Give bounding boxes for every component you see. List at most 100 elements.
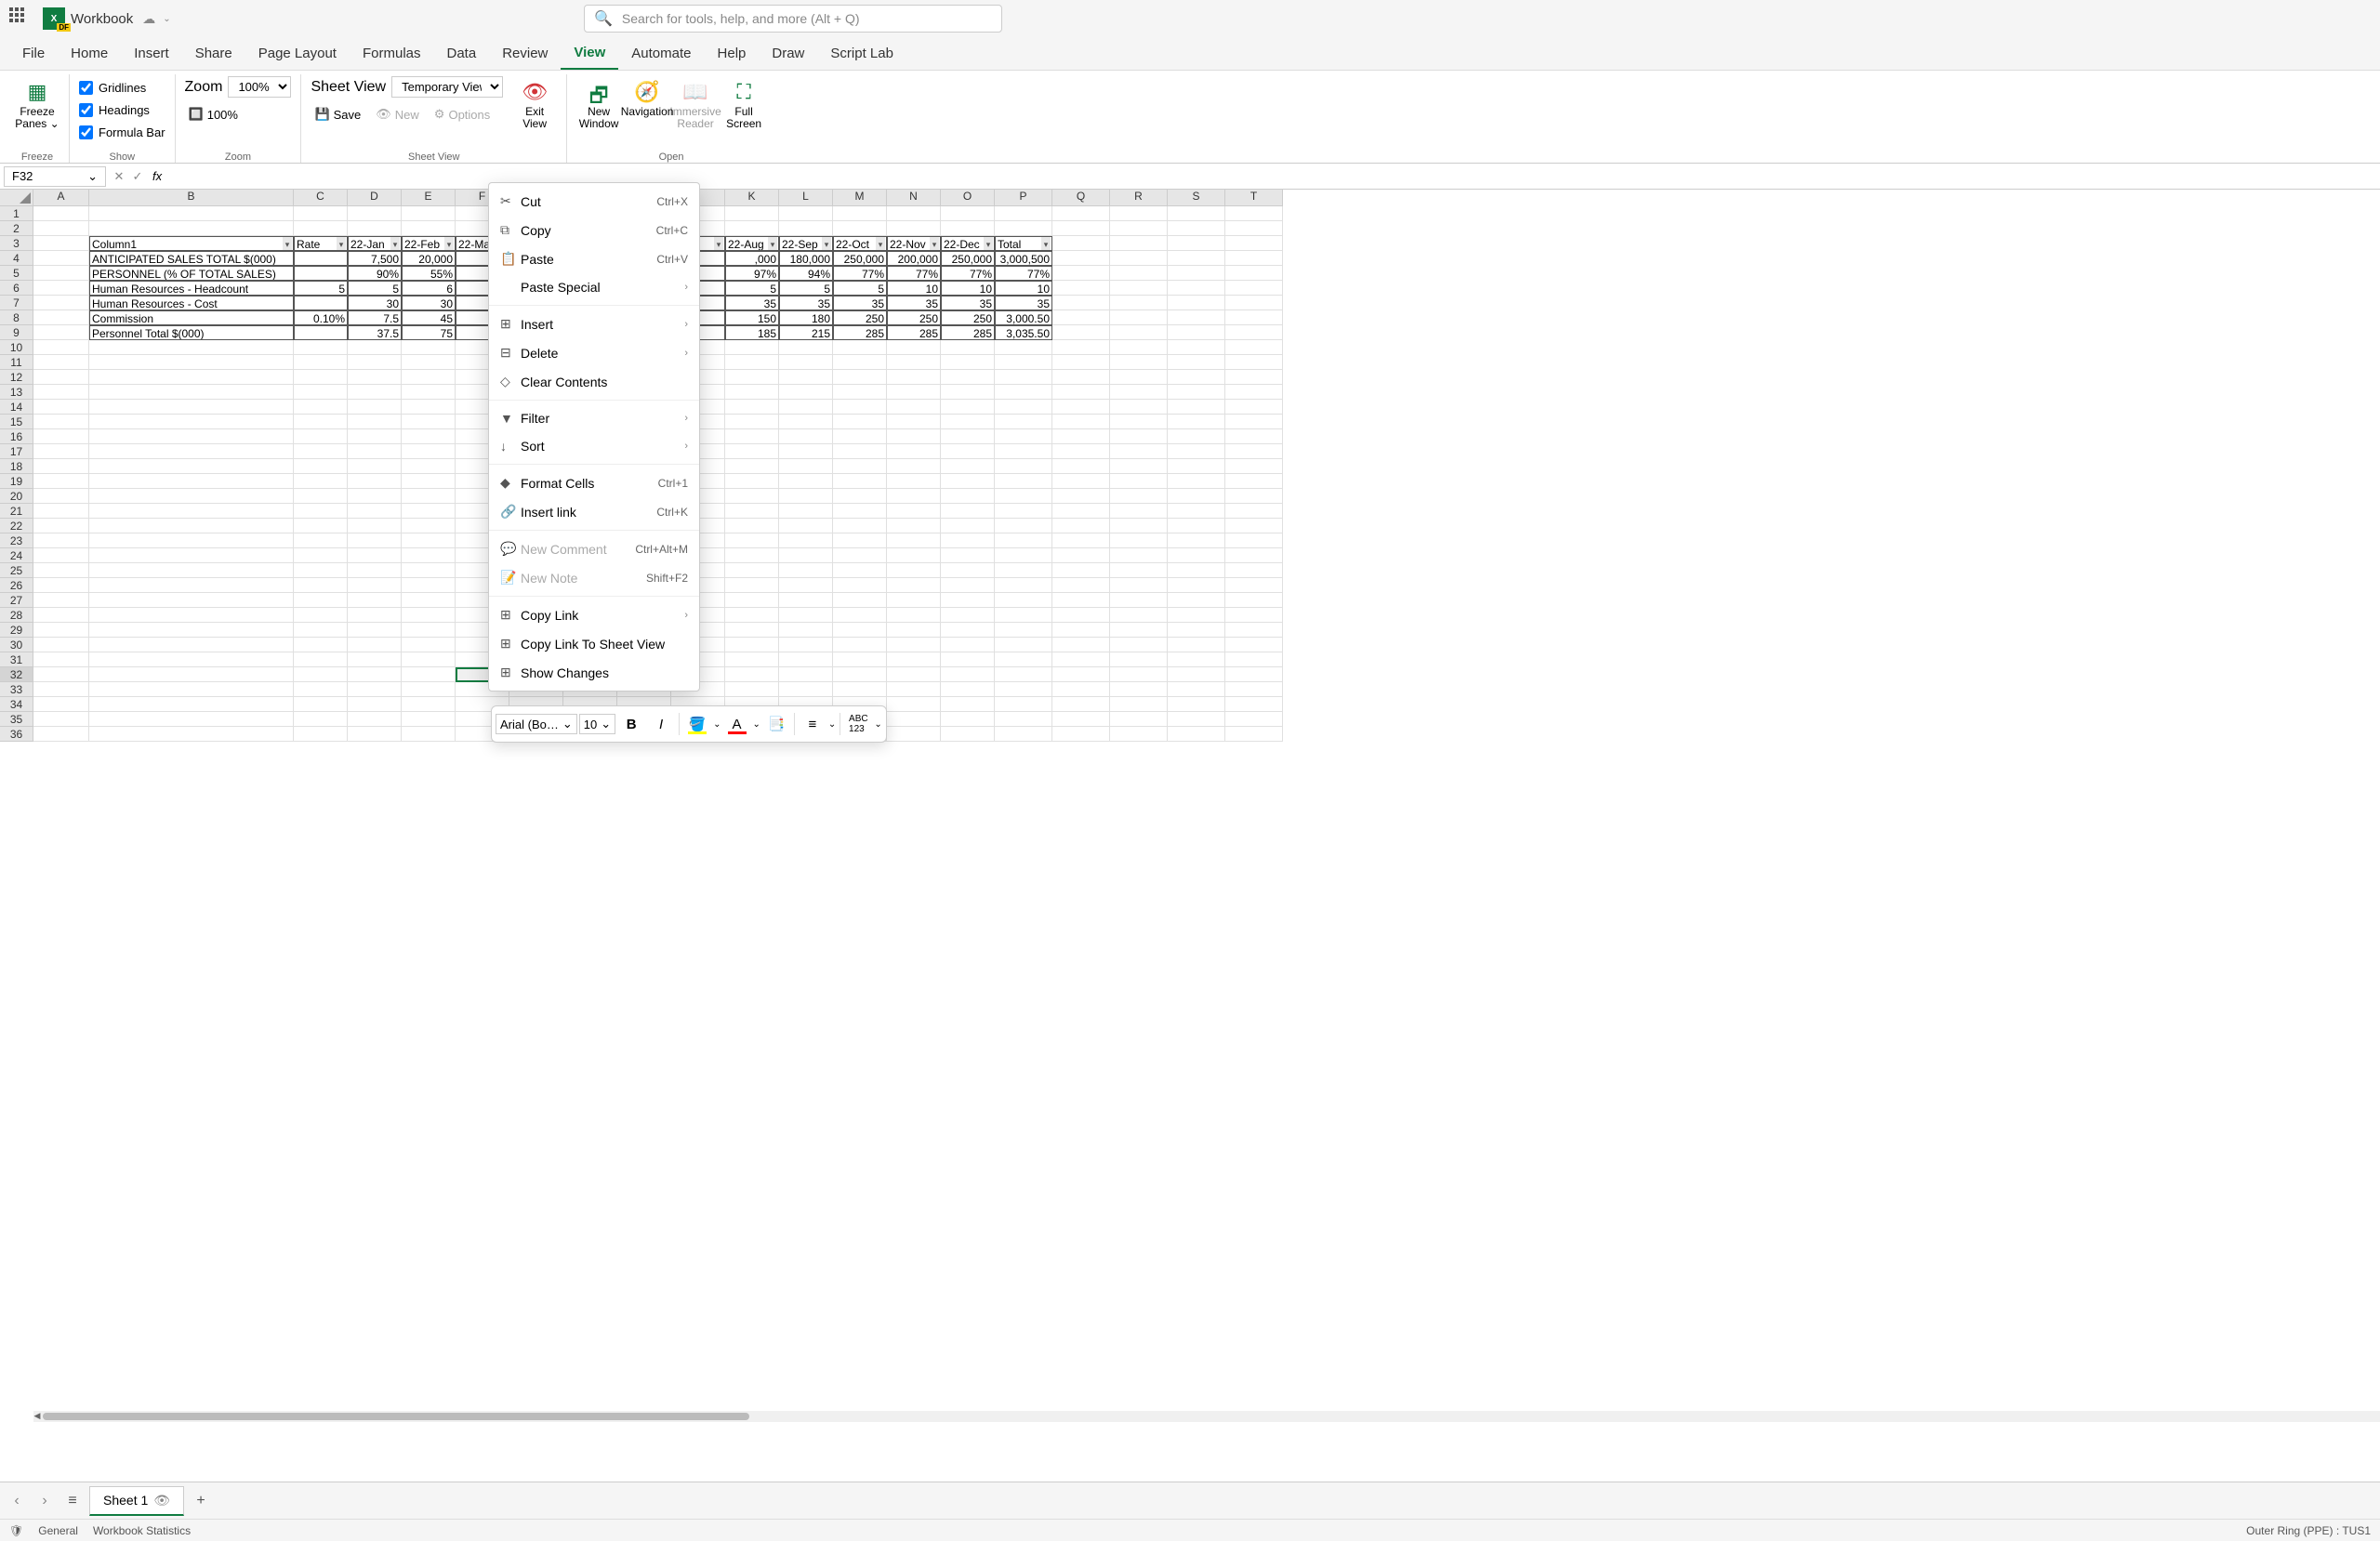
cell[interactable] bbox=[1110, 444, 1168, 459]
cell[interactable] bbox=[348, 474, 402, 489]
cell[interactable] bbox=[941, 548, 995, 563]
cell[interactable]: 90% bbox=[348, 266, 402, 281]
cell[interactable] bbox=[33, 221, 89, 236]
cell[interactable] bbox=[725, 415, 779, 429]
row-header[interactable]: 35 bbox=[0, 712, 33, 727]
cell[interactable] bbox=[725, 623, 779, 638]
cell[interactable] bbox=[402, 697, 456, 712]
cell[interactable]: 285 bbox=[833, 325, 887, 340]
cell[interactable] bbox=[833, 474, 887, 489]
cell[interactable] bbox=[1052, 697, 1110, 712]
cell[interactable] bbox=[887, 638, 941, 652]
cell[interactable] bbox=[941, 459, 995, 474]
cell[interactable] bbox=[1168, 712, 1225, 727]
font-select[interactable]: Arial (Bo…⌄ bbox=[496, 714, 577, 734]
cell[interactable]: 285 bbox=[887, 325, 941, 340]
cell[interactable] bbox=[1052, 444, 1110, 459]
cell[interactable] bbox=[1168, 429, 1225, 444]
cell[interactable] bbox=[941, 504, 995, 519]
cell[interactable] bbox=[833, 593, 887, 608]
cell[interactable] bbox=[887, 727, 941, 742]
cell[interactable]: 250,000 bbox=[941, 251, 995, 266]
row-header[interactable]: 21 bbox=[0, 504, 33, 519]
row-header[interactable]: 27 bbox=[0, 593, 33, 608]
cell[interactable] bbox=[1225, 385, 1283, 400]
cell[interactable] bbox=[294, 697, 348, 712]
cell[interactable] bbox=[995, 533, 1052, 548]
cell[interactable] bbox=[402, 519, 456, 533]
cell[interactable] bbox=[1052, 652, 1110, 667]
cell[interactable] bbox=[294, 221, 348, 236]
cell[interactable] bbox=[1225, 296, 1283, 310]
cell[interactable] bbox=[887, 489, 941, 504]
row-header[interactable]: 13 bbox=[0, 385, 33, 400]
sheet-nav-next-icon[interactable]: › bbox=[33, 1493, 56, 1509]
cell[interactable] bbox=[941, 221, 995, 236]
cell[interactable] bbox=[1225, 623, 1283, 638]
cell[interactable] bbox=[33, 593, 89, 608]
cell[interactable] bbox=[1168, 667, 1225, 682]
cell[interactable]: 5 bbox=[833, 281, 887, 296]
cell[interactable] bbox=[995, 608, 1052, 623]
cell[interactable] bbox=[1168, 415, 1225, 429]
cell[interactable] bbox=[33, 519, 89, 533]
cell[interactable] bbox=[995, 415, 1052, 429]
cell[interactable] bbox=[941, 652, 995, 667]
highlight-button[interactable]: 📑 bbox=[762, 710, 790, 738]
cell[interactable] bbox=[1052, 310, 1110, 325]
cell[interactable] bbox=[887, 370, 941, 385]
cell[interactable] bbox=[779, 474, 833, 489]
cell[interactable] bbox=[89, 474, 294, 489]
cell[interactable]: 55% bbox=[402, 266, 456, 281]
cell[interactable] bbox=[1052, 548, 1110, 563]
cell[interactable] bbox=[1110, 266, 1168, 281]
cell[interactable] bbox=[1225, 236, 1283, 251]
cell[interactable] bbox=[402, 355, 456, 370]
cell[interactable] bbox=[89, 400, 294, 415]
cell[interactable] bbox=[887, 355, 941, 370]
cell[interactable] bbox=[779, 489, 833, 504]
cell[interactable] bbox=[1225, 281, 1283, 296]
cell[interactable] bbox=[1225, 608, 1283, 623]
cell[interactable] bbox=[294, 474, 348, 489]
cell[interactable] bbox=[294, 578, 348, 593]
cell[interactable]: 35 bbox=[725, 296, 779, 310]
cell[interactable] bbox=[33, 385, 89, 400]
cell[interactable] bbox=[995, 221, 1052, 236]
cell[interactable] bbox=[833, 489, 887, 504]
cell[interactable] bbox=[1110, 355, 1168, 370]
cell[interactable] bbox=[779, 459, 833, 474]
cell[interactable]: 22-Feb bbox=[402, 236, 456, 251]
scroll-left-icon[interactable]: ◀ bbox=[32, 1411, 43, 1422]
cell[interactable] bbox=[348, 593, 402, 608]
cell[interactable] bbox=[725, 519, 779, 533]
cell[interactable] bbox=[294, 415, 348, 429]
cell[interactable] bbox=[402, 489, 456, 504]
cell[interactable] bbox=[725, 593, 779, 608]
cell[interactable]: 30 bbox=[348, 296, 402, 310]
cell[interactable] bbox=[348, 355, 402, 370]
formula-bar-checkbox[interactable]: Formula Bar bbox=[79, 121, 165, 143]
column-header[interactable]: A bbox=[33, 190, 89, 206]
row-header[interactable]: 25 bbox=[0, 563, 33, 578]
cell[interactable] bbox=[725, 667, 779, 682]
cell[interactable]: 7,500 bbox=[348, 251, 402, 266]
row-header[interactable]: 30 bbox=[0, 638, 33, 652]
font-size-select[interactable]: 10⌄ bbox=[579, 714, 615, 734]
cell[interactable] bbox=[1225, 325, 1283, 340]
cell[interactable]: 20,000 bbox=[402, 251, 456, 266]
headings-checkbox[interactable]: Headings bbox=[79, 99, 165, 121]
cell[interactable] bbox=[1052, 415, 1110, 429]
cell[interactable] bbox=[1168, 533, 1225, 548]
cell[interactable] bbox=[402, 667, 456, 682]
cell[interactable] bbox=[833, 504, 887, 519]
cell[interactable] bbox=[348, 652, 402, 667]
cell[interactable] bbox=[33, 429, 89, 444]
cell[interactable] bbox=[995, 548, 1052, 563]
cell[interactable]: 215 bbox=[779, 325, 833, 340]
cell[interactable] bbox=[1110, 608, 1168, 623]
cell[interactable] bbox=[402, 429, 456, 444]
cell[interactable] bbox=[294, 459, 348, 474]
row-header[interactable]: 5 bbox=[0, 266, 33, 281]
row-header[interactable]: 24 bbox=[0, 548, 33, 563]
